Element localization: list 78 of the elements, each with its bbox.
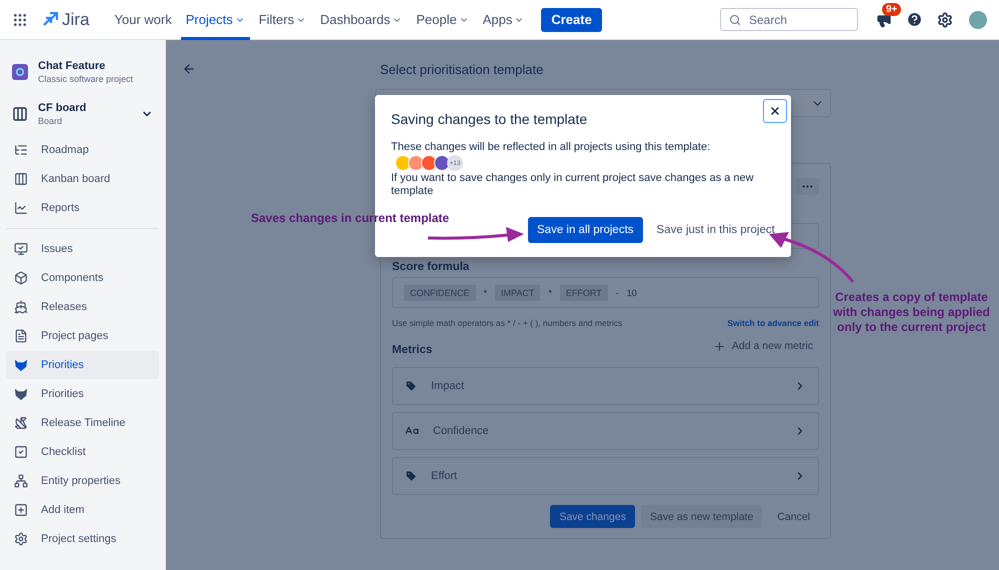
sidebar-icon: [14, 474, 28, 488]
tag-icon: [405, 380, 417, 392]
sidebar-icon: [14, 503, 28, 517]
nav-tab[interactable]: Filters: [254, 0, 312, 40]
app-switcher-icon[interactable]: [12, 12, 28, 28]
save-all-button[interactable]: Save in all projects: [528, 216, 643, 243]
project-avatar-icon: [395, 155, 411, 172]
formula-operator: 10: [626, 288, 637, 298]
nav-tab[interactable]: Apps: [478, 0, 530, 40]
close-icon: [769, 105, 781, 117]
nav-tab[interactable]: Your work: [109, 0, 177, 40]
formula-field[interactable]: CONFIDENCE * IMPACT * EFFORT - 10: [392, 277, 819, 308]
sidebar-item[interactable]: Kanban board: [6, 165, 159, 193]
project-avatar-icon: [408, 155, 424, 172]
project-icon: [12, 64, 28, 80]
sidebar-item[interactable]: Reports: [6, 194, 159, 222]
formula-operator: -: [616, 288, 619, 298]
create-button[interactable]: Create: [541, 8, 602, 32]
metric-chip: EFFORT: [560, 284, 608, 300]
sidebar-item[interactable]: Entity properties: [6, 467, 159, 495]
sidebar-icon: [14, 143, 28, 157]
sidebar-item[interactable]: Project pages: [6, 322, 159, 350]
metric-chip: IMPACT: [495, 284, 540, 300]
back-arrow-icon[interactable]: [182, 62, 196, 76]
sidebar-item[interactable]: Release Timeline: [6, 409, 159, 437]
sidebar-icon: [14, 532, 28, 546]
tag-icon: [405, 470, 417, 482]
project-avatar-icon: [434, 155, 450, 172]
sidebar-item[interactable]: Priorities: [6, 380, 159, 408]
sidebar-item[interactable]: Components: [6, 264, 159, 292]
annotation-text: Creates a copy of template with changes being applied only to the current project: [832, 290, 991, 335]
search-input[interactable]: Search: [747, 12, 847, 28]
page-title: Select prioritisation template: [380, 62, 544, 77]
notification-badge: 9+: [882, 2, 902, 16]
app-name: Jira: [62, 10, 90, 30]
save-this-project-button[interactable]: Save just in this project: [656, 224, 775, 236]
nav-tab[interactable]: Dashboards: [315, 0, 408, 40]
close-button[interactable]: [763, 99, 787, 123]
plus-icon: [712, 340, 726, 352]
sidebar-icon: [14, 329, 28, 343]
sidebar-icon: [14, 242, 28, 256]
metric-chip: CONFIDENCE: [404, 284, 476, 300]
search-icon: [729, 14, 741, 26]
section-heading: Score formula: [392, 261, 470, 273]
sidebar-icon: [14, 172, 28, 186]
user-avatar[interactable]: [969, 10, 987, 28]
more-options-button[interactable]: [796, 178, 819, 195]
sidebar-item[interactable]: Roadmap: [6, 136, 159, 164]
project-avatar-icon: [421, 155, 437, 172]
search-field[interactable]: Search: [720, 8, 858, 31]
formula-operator: *: [484, 288, 488, 298]
sidebar-icon: [14, 201, 28, 215]
sidebar-icon: [14, 445, 28, 459]
sidebar-item[interactable]: Priorities: [6, 351, 159, 379]
project-type: Classic software project: [38, 74, 134, 84]
nav-tab[interactable]: People: [411, 0, 474, 40]
sidebar-icon: [14, 271, 28, 285]
sidebar-item[interactable]: Issues: [6, 235, 159, 263]
project-name: Chat Feature: [38, 60, 106, 72]
board-selector[interactable]: CF board Board: [6, 98, 159, 130]
section-heading: Metrics: [392, 344, 432, 356]
logo-icon: [42, 12, 58, 28]
sidebar-icon: [14, 300, 28, 314]
sidebar-item[interactable]: Add item: [6, 496, 159, 524]
help-icon[interactable]: [906, 11, 923, 28]
fox-head-icon: [14, 387, 28, 401]
sidebar-item[interactable]: Checklist: [6, 438, 159, 466]
board-icon: [12, 106, 28, 122]
dialog-title: Saving changes to the template: [391, 111, 588, 127]
hint-text: Use simple math operators as * / - + ( ), numbers and metrics: [392, 318, 622, 328]
sidebar-item[interactable]: Releases: [6, 293, 159, 321]
dialog-message: These changes will be reflected in all projects using this template:: [391, 141, 712, 154]
sidebar-item[interactable]: Project settings: [6, 525, 159, 553]
formula-operator: *: [548, 288, 552, 298]
fox-head-icon: [14, 358, 28, 372]
settings-icon[interactable]: [937, 12, 953, 28]
dialog-note: If you want to save changes only in current project save changes as a new template: [391, 172, 755, 199]
sidebar-icon: [14, 416, 28, 430]
